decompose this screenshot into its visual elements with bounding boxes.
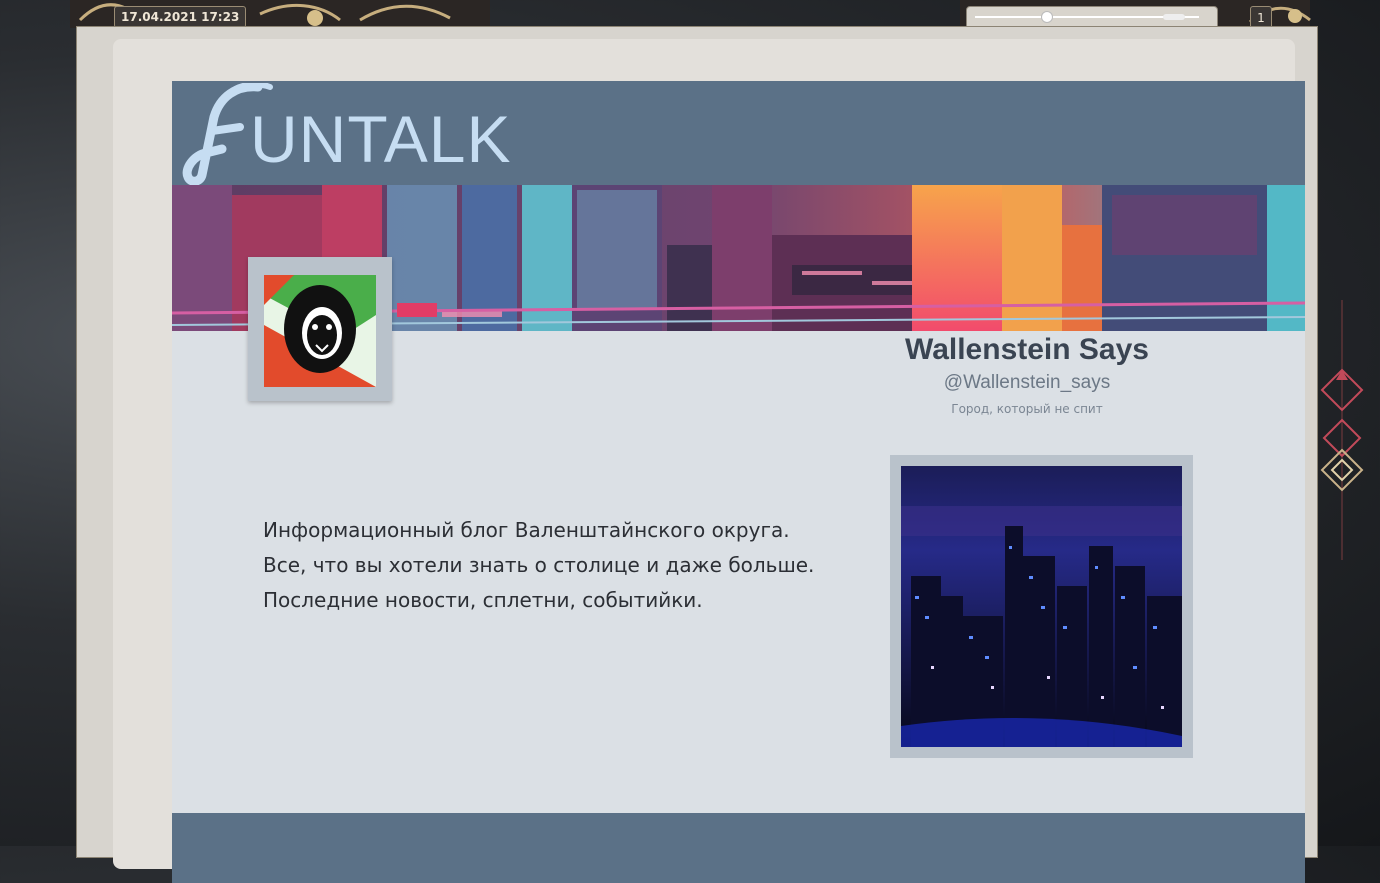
main-frame: UNTALK Wallenstein Says @Wallenstein_say… [76,26,1318,883]
lion-head-icon [264,275,376,387]
city-photo-frame[interactable] [890,455,1193,758]
description-line: Все, что вы хотели знать о столице и даж… [263,553,815,577]
profile-tagline: Город, который не спит [951,402,1103,416]
profile-handle[interactable]: @Wallenstein_says [872,372,1182,394]
avatar[interactable] [248,257,392,401]
description-line: Информационный блог Валенштайнского окру… [263,518,790,542]
side-ornament-icon [1320,300,1364,560]
night-city-photo [901,466,1182,747]
card-footer-bar [172,813,1305,883]
content-panel: UNTALK Wallenstein Says @Wallenstein_say… [113,39,1305,883]
blog-description: Информационный блог Валенштайнского окру… [263,513,823,618]
blog-header: UNTALK [172,81,1305,185]
slider-end-handle[interactable] [1163,14,1185,20]
profile-card: UNTALK Wallenstein Says @Wallenstein_say… [172,81,1305,883]
description-line: Последние новости, сплетни, событийки. [263,588,703,612]
profile-name: Wallenstein Says [905,333,1149,366]
logo-text: UNTALK [250,102,512,176]
datetime-badge: 17.04.2021 17:23 [114,6,247,28]
slider-knob[interactable] [1042,12,1053,22]
